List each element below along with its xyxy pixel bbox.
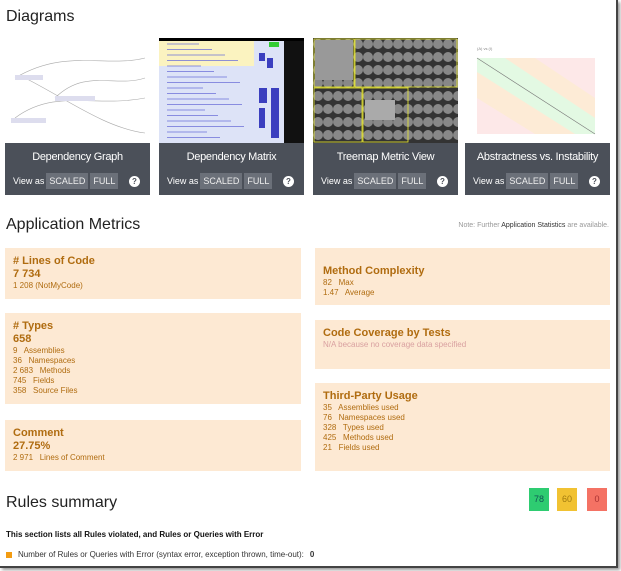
rules-heading: Rules summary: [6, 494, 118, 511]
diagram-card: Dependency Matrix View as SCALED FULL ?: [159, 38, 304, 195]
view-as-label: View as: [321, 176, 353, 186]
rules-count-badge[interactable]: 78: [529, 488, 549, 511]
diagram-title: Dependency Matrix: [186, 151, 277, 163]
types-box: # Types 658 9 Assemblies 36 Namespaces 2 683…: [5, 313, 301, 404]
metric-row: 36 Namespaces: [13, 356, 76, 365]
view-full-button[interactable]: FULL: [550, 173, 579, 189]
metric-row: 9 Assemblies: [13, 346, 65, 355]
diagram-thumbnail[interactable]: [5, 38, 150, 143]
diagram-thumbnail[interactable]: [159, 38, 304, 143]
metric-row: 328 Types used: [323, 423, 384, 432]
diagrams-heading: Diagrams: [6, 8, 75, 25]
rules-error-item: Number of Rules or Queries with Error (s…: [6, 550, 314, 559]
diagram-card: Treemap Metric View View as SCALED FULL …: [313, 38, 458, 195]
view-full-button[interactable]: FULL: [90, 173, 119, 189]
method-complexity-box: Method Complexity 82 Max 1.47 Average: [315, 248, 610, 305]
rules-count-badge[interactable]: 0: [587, 488, 607, 511]
comment-box: Comment 27.75% 2 971 Lines of Comment: [5, 420, 301, 471]
help-icon[interactable]: ?: [437, 175, 448, 187]
metric-row: 745 Fields: [13, 376, 55, 385]
diagram-title: Abstractness vs. Instability: [476, 151, 599, 163]
metric-row: 35 Assemblies used: [323, 403, 399, 412]
metric-row: 21 Fields used: [323, 443, 380, 452]
view-full-button[interactable]: FULL: [244, 173, 273, 189]
rules-count-badge[interactable]: 60: [557, 488, 577, 511]
view-full-button[interactable]: FULL: [398, 173, 427, 189]
view-as-label: View as: [13, 176, 45, 186]
statistics-note: Note: Further Application Statistics are…: [458, 222, 609, 229]
diagram-card: Dependency Graph View as SCALED FULL ?: [5, 38, 150, 195]
help-icon[interactable]: ?: [283, 175, 294, 187]
view-scaled-button[interactable]: SCALED: [200, 173, 243, 189]
view-as-label: View as: [167, 176, 199, 186]
svg-text:(A) vs (I): (A) vs (I): [477, 46, 493, 51]
third-party-usage-box: Third-Party Usage 35 Assemblies used 76 Na…: [315, 383, 610, 471]
help-icon[interactable]: ?: [589, 175, 600, 187]
diagram-thumbnail[interactable]: [313, 38, 458, 143]
code-coverage-box: Code Coverage by Tests N/A because no cov…: [315, 320, 610, 369]
metric-row: 425 Methods used: [323, 433, 394, 442]
lines-of-code-box: # Lines of Code 7 734 1 208 (NotMyCode): [5, 248, 301, 299]
metric-row: 1.47 Average: [323, 288, 375, 297]
diagram-title: Dependency Graph: [32, 151, 123, 163]
metric-row: 82 Max: [323, 278, 354, 287]
view-scaled-button[interactable]: SCALED: [46, 173, 89, 189]
rules-description: This section lists all Rules violated, a…: [6, 530, 264, 539]
metric-row: 76 Namespaces used: [323, 413, 405, 422]
metric-row: 358 Source Files: [13, 386, 78, 395]
help-icon[interactable]: ?: [129, 175, 140, 187]
application-statistics-link[interactable]: Application Statistics: [501, 222, 565, 229]
metrics-heading: Application Metrics: [6, 216, 141, 233]
view-as-label: View as: [473, 176, 505, 186]
bullet-icon: [6, 551, 12, 558]
metric-row: 2 683 Methods: [13, 366, 71, 375]
diagram-card: (A) vs (I) Abstractness vs. Instability …: [465, 38, 610, 195]
diagram-thumbnail[interactable]: (A) vs (I): [465, 38, 610, 143]
diagram-title: Treemap Metric View: [336, 151, 435, 163]
metric-row: 2 971 Lines of Comment: [13, 453, 105, 462]
view-scaled-button[interactable]: SCALED: [354, 173, 397, 189]
view-scaled-button[interactable]: SCALED: [506, 173, 549, 189]
